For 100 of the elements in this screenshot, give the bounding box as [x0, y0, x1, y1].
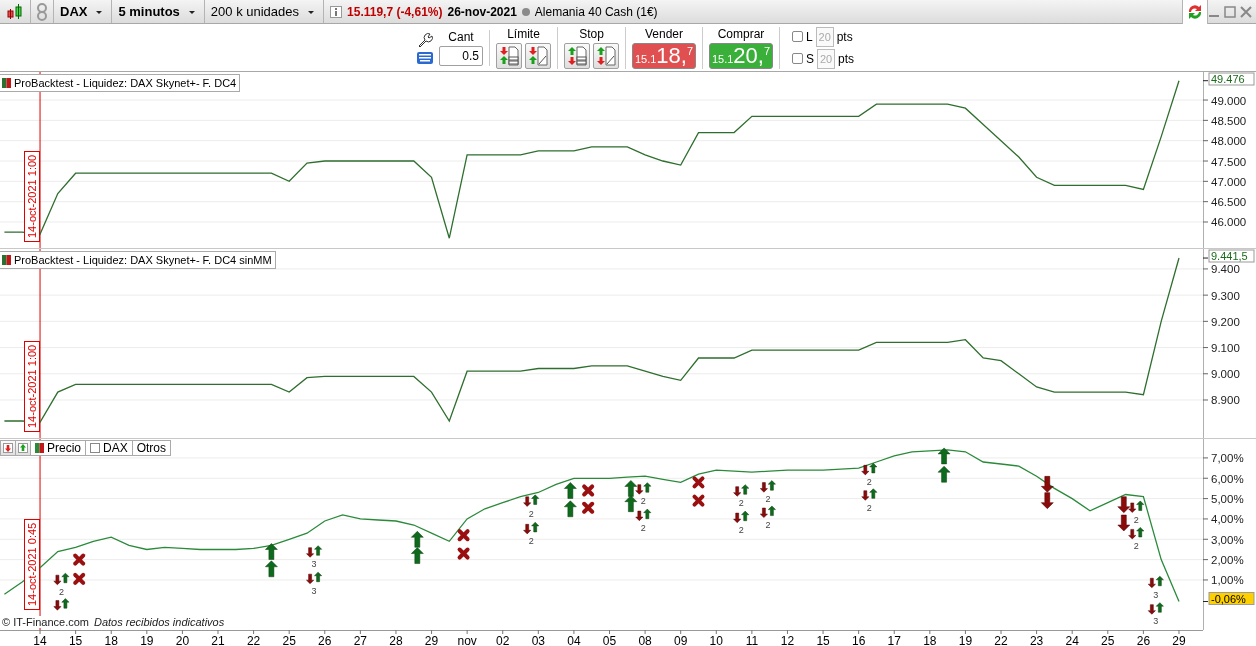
signal-count: 2: [640, 496, 646, 507]
toggle-label: L: [806, 29, 813, 44]
axis-label: 9.000: [1211, 368, 1240, 381]
candlestick-icon[interactable]: [6, 3, 24, 20]
axis-label: 9.400: [1211, 263, 1240, 276]
axis-label: 29: [424, 634, 439, 646]
axis-label: 26: [318, 634, 332, 646]
axis-label: 17: [887, 634, 901, 646]
up-arrow-icon: [937, 465, 951, 483]
axis-label: 47.500: [1211, 155, 1247, 168]
axis-label: 9.300: [1211, 289, 1240, 302]
signal-count: 3: [311, 559, 317, 570]
axis-label: 47.000: [1211, 175, 1247, 188]
quantity-field[interactable]: 0.5: [439, 45, 483, 66]
signal-count: 2: [866, 477, 872, 488]
axis-label: 09: [674, 634, 688, 646]
legend-label: Precio: [47, 441, 82, 455]
arrow-pair-icon: [635, 508, 652, 521]
order-icon[interactable]: [525, 42, 551, 69]
x-mark-icon: [692, 494, 705, 507]
axis-label: 5,00%: [1211, 493, 1244, 506]
symbol-toggle[interactable]: DAX: [85, 440, 133, 456]
axis-label: 9.200: [1211, 315, 1240, 328]
cursor-date-label: 14-oct-2021 0:45: [24, 518, 40, 610]
axis-label: 22: [994, 634, 1008, 646]
wrench-icon[interactable]: [417, 31, 433, 48]
legend-swatch-icon: [2, 255, 11, 265]
axis-label: 05: [602, 634, 617, 646]
timeframe-text: 5 minutos: [118, 4, 180, 19]
arrow-pair-icon: [760, 505, 776, 518]
up-arrow-icon: [411, 531, 424, 548]
axis-label: 15: [68, 634, 83, 646]
axis-label: 1,00%: [1211, 574, 1244, 587]
quantity-label: Cant: [448, 29, 474, 44]
info-icon[interactable]: [330, 5, 343, 18]
price-legend[interactable]: Precio: [30, 440, 86, 456]
axis-label: 8.900: [1211, 394, 1240, 407]
arrow-pair-icon: [53, 598, 70, 611]
axis-label: 15: [816, 634, 830, 646]
up-arrow-icon: [624, 480, 638, 497]
up-arrow-icon: [411, 547, 424, 564]
order-icon[interactable]: [564, 42, 590, 69]
x-mark-icon: [692, 476, 705, 489]
data-notice: Datos recibidos indicativos: [93, 616, 225, 628]
units-dropdown[interactable]: 200 k unidades: [204, 0, 325, 23]
axis-label: 4,00%: [1211, 513, 1244, 526]
down-arrow-icon: [1041, 476, 1054, 493]
maximize-icon[interactable]: [1224, 5, 1236, 18]
up-arrow-icon: [564, 482, 577, 499]
link-icon[interactable]: [37, 2, 47, 21]
instrument-name: Alemania 40 Cash (1€): [534, 4, 658, 19]
signal-count: 2: [1133, 514, 1139, 525]
quote-date: 26-nov-2021: [447, 4, 517, 19]
symbol-dropdown[interactable]: DAX: [54, 0, 113, 23]
axis-label: 46.000: [1211, 216, 1247, 229]
arrow-pair-icon: [635, 482, 652, 495]
others-tab[interactable]: Otros: [131, 440, 172, 456]
arrow-pair-icon: [861, 463, 878, 476]
limit-label: Límite: [507, 26, 540, 41]
x-mark-icon: [582, 501, 595, 514]
sell-order-button[interactable]: [0, 440, 16, 456]
trade-label: Vender: [644, 26, 683, 41]
axis-label: 9.100: [1211, 342, 1240, 355]
arrow-pair-icon: [861, 488, 878, 501]
stop-label: Stop: [579, 26, 604, 41]
up-arrow-icon: [624, 495, 638, 512]
up-arrow-icon: [265, 543, 278, 560]
arrow-pair-icon: [306, 545, 322, 558]
down-arrow-icon: [1117, 514, 1131, 532]
timeframe-dropdown[interactable]: 5 minutos: [112, 0, 205, 23]
axis-label: 2,00%: [1211, 554, 1244, 567]
arrow-pair-icon: [733, 484, 750, 497]
axis-label: 19: [140, 634, 154, 646]
arrow-pair-icon: [523, 494, 540, 507]
close-icon[interactable]: [1240, 5, 1252, 18]
buy-order-button[interactable]: [15, 440, 31, 456]
signal-count: 2: [866, 502, 872, 513]
axis-label: 6,00%: [1211, 472, 1244, 485]
axis-label: 25: [1101, 634, 1115, 646]
axis-label: 18: [923, 634, 937, 646]
signal-count: 3: [311, 585, 317, 596]
order-icon[interactable]: [496, 42, 522, 69]
axis-label: 24: [1065, 634, 1079, 646]
copyright-text: © IT-Finance.com: [2, 616, 89, 628]
axis-label: 48.000: [1211, 135, 1247, 148]
arrow-pair-icon: [53, 572, 70, 585]
trade-label: Comprar: [717, 26, 765, 41]
axis-label: 19: [958, 634, 973, 646]
order-icon[interactable]: [593, 42, 619, 69]
refresh-icon[interactable]: [1186, 3, 1204, 21]
signal-count: 3: [1153, 616, 1159, 627]
up-arrow-icon: [265, 560, 278, 577]
arrow-pair-icon: [306, 571, 322, 584]
axis-label: 49.000: [1211, 94, 1247, 107]
status-dot-icon: [521, 7, 530, 16]
keyboard-icon[interactable]: [417, 51, 433, 64]
x-mark-icon: [73, 572, 86, 585]
legend-swatch-icon: [2, 78, 11, 88]
axis-label: 7,00%: [1211, 452, 1244, 465]
axis-label: 26: [1136, 634, 1151, 646]
